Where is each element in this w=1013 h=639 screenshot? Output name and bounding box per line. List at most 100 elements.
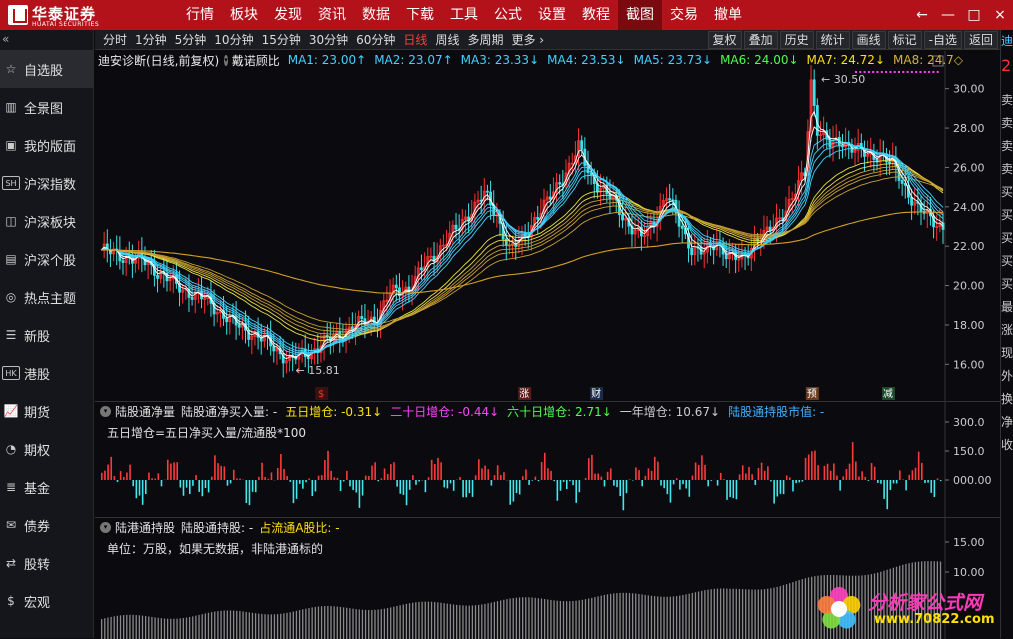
nav-item-6[interactable]: 工具 [442, 0, 486, 30]
net-buy-bar [176, 462, 178, 480]
tool-button-0[interactable]: 复权 [708, 31, 742, 49]
sidebar-item-4[interactable]: ◫沪深板块 [0, 202, 93, 240]
holding-bar [641, 594, 642, 639]
nav-item-4[interactable]: 数据 [354, 0, 398, 30]
panorama-icon: ▥ [2, 98, 20, 116]
main-chart[interactable]: 30.0028.0026.0024.0022.0020.0018.0016.00… [95, 51, 1000, 401]
main-chart-panel[interactable]: 30.0028.0026.0024.0022.0020.0018.0016.00… [95, 51, 1000, 401]
event-marker-label: 涨 [519, 388, 529, 400]
app-logo: 华泰证券 HUATAI SECURITIES [8, 2, 120, 28]
nav-item-3[interactable]: 资讯 [310, 0, 354, 30]
sub1-name[interactable]: 陆股通净量 [115, 403, 175, 420]
net-buy-bar [220, 466, 222, 480]
sidebar-item-10[interactable]: ◔期权 [0, 430, 93, 468]
net-sell-bar [161, 480, 163, 486]
net-sell-bar [940, 480, 942, 481]
net-sell-bar [349, 480, 351, 486]
tool-button-5[interactable]: 标记 [888, 31, 922, 49]
sidebar-item-12[interactable]: ✉债券 [0, 506, 93, 544]
candles [103, 65, 944, 377]
sub-panel-net-buy[interactable]: 300.0150.0000.00 ▾ 陆股通净量 陆股通净买入量: - 五日增仓… [95, 401, 1000, 517]
holding-bar [776, 587, 777, 639]
sidebar-collapse-button[interactable]: « [0, 30, 93, 50]
sub2-header: ▾ 陆港通持股 陆股通持股: - 占流通A股比: - [95, 518, 340, 536]
back-icon[interactable]: ← [909, 0, 935, 30]
holding-bar [142, 616, 143, 639]
sub1-settings-icon[interactable]: ▾ [100, 406, 111, 417]
holding-bar [264, 614, 265, 639]
sidebar-item-14[interactable]: $宏观 [0, 582, 93, 620]
period-tab-6[interactable]: 60分钟 [352, 30, 399, 50]
net-buy-bar [830, 471, 832, 480]
sidebar-item-7[interactable]: ☰新股 [0, 316, 93, 354]
sidebar-item-1[interactable]: ▥全景图 [0, 88, 93, 126]
net-sell-bar [469, 480, 471, 493]
maximize-icon[interactable]: □ [961, 0, 987, 30]
net-buy-bar [786, 475, 788, 480]
sidebar-item-2[interactable]: ▣我的版面 [0, 126, 93, 164]
tool-button-2[interactable]: 历史 [780, 31, 814, 49]
nav-item-9[interactable]: 教程 [574, 0, 618, 30]
net-buy-bar [522, 476, 524, 480]
net-sell-bar [406, 480, 408, 505]
minimize-icon[interactable]: — [935, 0, 961, 30]
net-sell-bar [560, 480, 562, 491]
sub1-field: 陆股通净买入量: - [181, 403, 277, 420]
tool-button-1[interactable]: 叠加 [744, 31, 778, 49]
tool-button-4[interactable]: 画线 [852, 31, 886, 49]
period-tab-1[interactable]: 1分钟 [131, 30, 171, 50]
sidebar-item-0[interactable]: ☆自选股 [0, 50, 93, 88]
holding-bar [393, 607, 394, 639]
ma-value-3: MA3: 23.33↓ [461, 53, 539, 67]
period-tab-8[interactable]: 周线 [431, 30, 463, 50]
indicator-name[interactable]: 戴诺顾比 [232, 52, 280, 69]
holding-bar [547, 599, 548, 639]
nav-item-11[interactable]: 交易 [662, 0, 706, 30]
period-tab-7[interactable]: 日线 [399, 30, 431, 50]
nav-item-2[interactable]: 发现 [266, 0, 310, 30]
holding-bar [453, 605, 454, 639]
sidebar-item-3[interactable]: SH沪深指数 [0, 164, 93, 202]
period-tab-4[interactable]: 15分钟 [258, 30, 305, 50]
net-sell-bar [252, 480, 254, 492]
nav-item-1[interactable]: 板块 [222, 0, 266, 30]
holding-bar [418, 602, 419, 639]
period-tab-0[interactable]: 分时 [99, 30, 131, 50]
nav-item-0[interactable]: 行情 [178, 0, 222, 30]
sub2-name[interactable]: 陆港通持股 [115, 519, 175, 536]
nav-item-12[interactable]: 撤单 [706, 0, 750, 30]
sub2-settings-icon[interactable]: ▾ [100, 522, 111, 533]
watermark: 分析家公式网 www.70822.com [812, 582, 1012, 636]
tool-button-3[interactable]: 统计 [816, 31, 850, 49]
close-icon[interactable]: × [987, 0, 1013, 30]
net-buy-bar [114, 476, 116, 480]
period-tab-5[interactable]: 30分钟 [305, 30, 352, 50]
nav-item-7[interactable]: 公式 [486, 0, 530, 30]
sidebar-item-5[interactable]: ▤沪深个股 [0, 240, 93, 278]
holding-bar [619, 593, 620, 639]
holding-bar [110, 617, 111, 639]
net-sell-bar [205, 480, 207, 488]
nav-item-8[interactable]: 设置 [530, 0, 574, 30]
period-tab-2[interactable]: 5分钟 [171, 30, 211, 50]
sidebar-item-11[interactable]: ≣基金 [0, 468, 93, 506]
sidebar-item-8[interactable]: HK港股 [0, 354, 93, 392]
nav-item-10[interactable]: 截图 [618, 0, 662, 30]
tool-button-6[interactable]: -自选 [924, 31, 962, 49]
holding-bar [689, 594, 690, 639]
nav-item-5[interactable]: 下载 [398, 0, 442, 30]
net-sell-bar [293, 480, 295, 503]
tool-button-7[interactable]: 返回 [964, 31, 998, 49]
holding-bar [497, 601, 498, 639]
period-tab-10[interactable]: 更多 › [507, 30, 548, 50]
period-tab-3[interactable]: 10分钟 [210, 30, 257, 50]
sidebar-item-9[interactable]: 📈期货 [0, 392, 93, 430]
holding-bar [195, 616, 196, 639]
period-tab-9[interactable]: 多周期 [463, 30, 507, 50]
net-buy-bar [550, 471, 552, 480]
indicator-settings-icon[interactable]: ▾ [224, 55, 228, 66]
candle-body [691, 248, 693, 255]
sidebar-item-13[interactable]: ⇄股转 [0, 544, 93, 582]
sidebar-item-6[interactable]: ◎热点主题 [0, 278, 93, 316]
holding-bar [789, 583, 790, 639]
